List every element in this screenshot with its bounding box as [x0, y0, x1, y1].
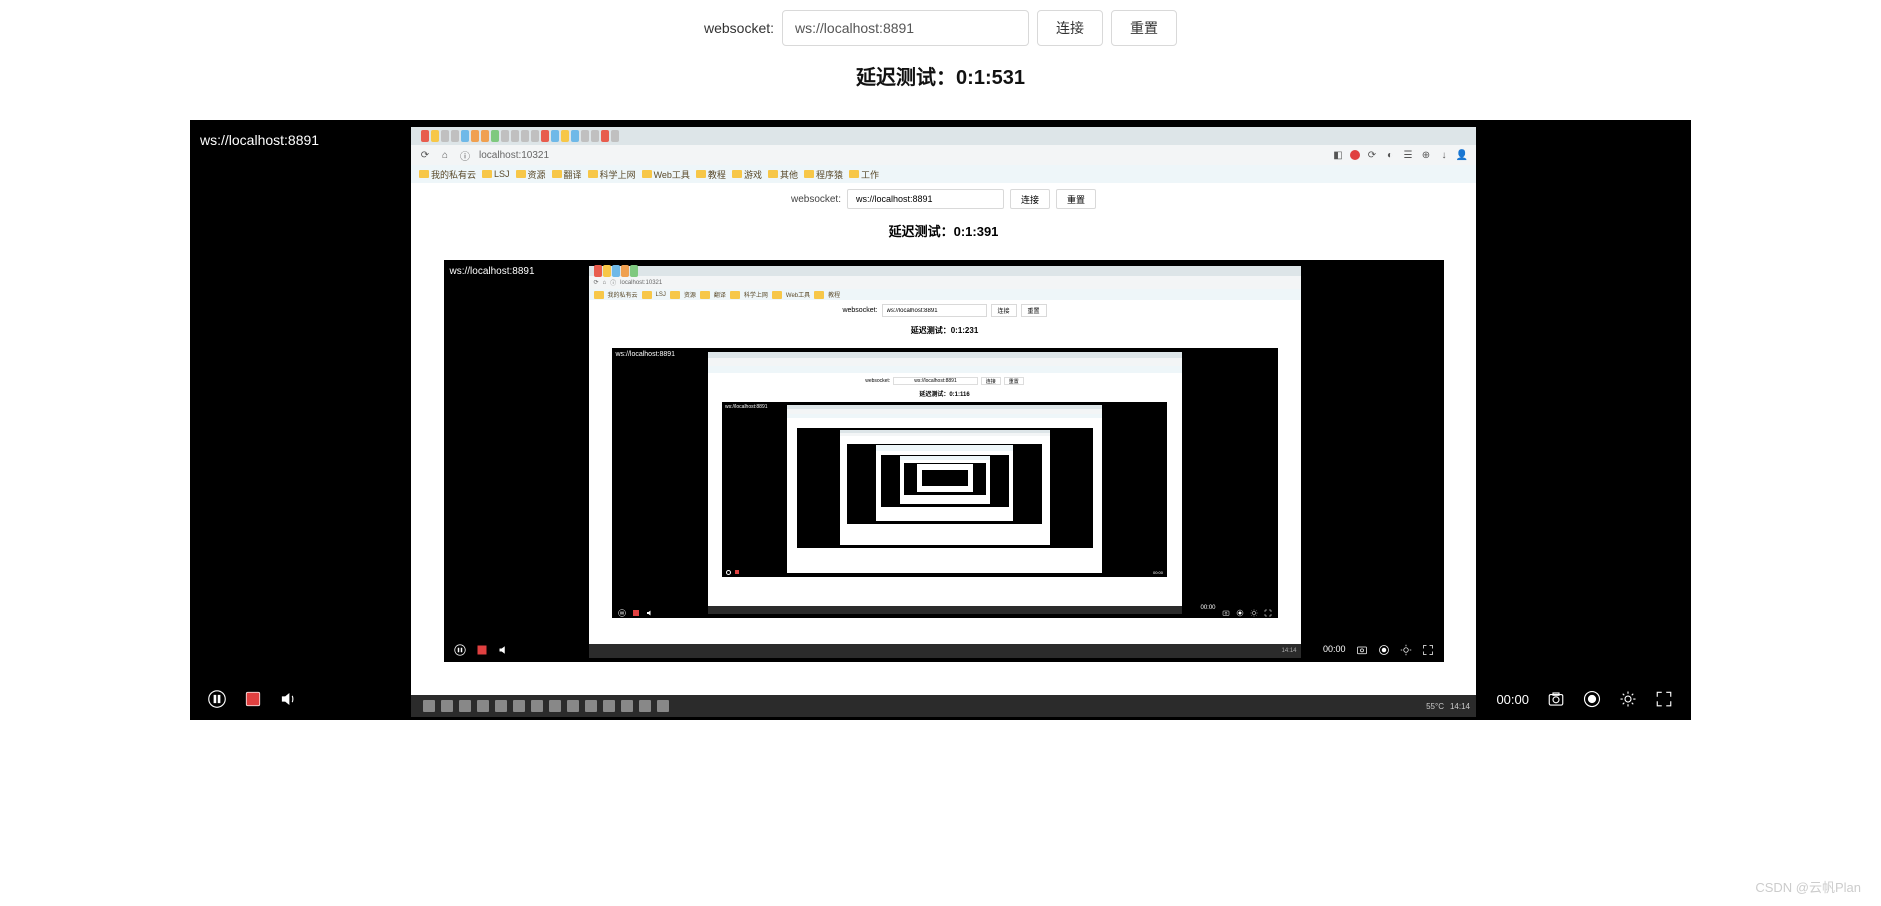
ext-icon[interactable] — [1350, 150, 1360, 160]
fullscreen-icon[interactable] — [1264, 604, 1272, 612]
nested-page-1: websocket: 连接 重置 延迟测试：0:1:391 ws://local… — [411, 183, 1476, 662]
ext-icon[interactable]: ☰ — [1402, 149, 1414, 161]
ext-icon[interactable]: ◧ — [1332, 149, 1344, 161]
avatar-icon[interactable]: 👤 — [1456, 149, 1468, 161]
reset-button[interactable]: 重置 — [1111, 10, 1177, 46]
bookmark-item[interactable]: 其他 — [768, 168, 798, 181]
camera-icon[interactable] — [1547, 690, 1565, 708]
bookmark-item[interactable]: 我的私有云 — [419, 168, 476, 181]
ws-label: websocket: — [704, 20, 774, 36]
websocket-input[interactable] — [782, 10, 1029, 46]
pause-icon[interactable] — [208, 690, 226, 708]
ext-icon[interactable]: ↓ — [1438, 149, 1450, 161]
ext-icon[interactable]: ⊕ — [1420, 149, 1432, 161]
latency-display: 延迟测试：0:1:531 — [0, 61, 1881, 90]
ws-url-overlay: ws://localhost:8891 — [616, 351, 676, 358]
pause-icon[interactable] — [618, 604, 626, 612]
player-controls: 00:00 — [612, 598, 1278, 618]
watermark: CSDN @云帆Plan — [1755, 877, 1861, 896]
bookmark-item[interactable]: 程序猿 — [804, 168, 843, 181]
pause-icon[interactable] — [454, 643, 466, 655]
record-icon[interactable] — [1378, 643, 1390, 655]
nested-browser-2: ⟳⌂ⓘlocalhost:10321 我的私有云 LSJ 资源 翻译 科学上网 … — [589, 266, 1301, 658]
gear-icon[interactable] — [1250, 604, 1258, 612]
websocket-input[interactable] — [882, 304, 987, 317]
bookmark-item[interactable]: LSJ — [482, 169, 510, 179]
stop-icon[interactable] — [632, 604, 640, 612]
reset-button[interactable]: 重置 — [1056, 189, 1096, 209]
bookmark-item[interactable]: 教程 — [696, 168, 726, 181]
video-container: ws://localhost:8891 ⟳ ⌂ ⓘ localhost:1032… — [190, 120, 1691, 720]
browser-url-bar: ⟳ ⌂ ⓘ localhost:10321 ◧ ⟳ ◐ ☰ ⊕ ↓ 👤 — [411, 145, 1476, 165]
fullscreen-icon[interactable] — [1655, 690, 1673, 708]
ext-icon[interactable]: ◐ — [1384, 149, 1396, 161]
camera-icon[interactable] — [1356, 643, 1368, 655]
volume-icon[interactable] — [280, 690, 298, 708]
latency-display: 延迟测试：0:1:231 — [589, 325, 1301, 336]
volume-icon[interactable] — [646, 604, 654, 612]
url-text[interactable]: localhost:10321 — [479, 150, 1324, 161]
bookmark-item[interactable]: 工作 — [849, 168, 879, 181]
fullscreen-icon[interactable] — [1422, 643, 1434, 655]
nested-video-2: ws://localhost:8891 websocket: ws://loca… — [612, 348, 1278, 618]
gear-icon[interactable] — [1619, 690, 1637, 708]
reset-button[interactable]: 重置 — [1021, 304, 1047, 317]
top-controls: websocket: 连接 重置 — [0, 0, 1881, 51]
bookmark-item[interactable]: 翻译 — [552, 168, 582, 181]
connect-button[interactable]: 连接 — [1010, 189, 1050, 209]
camera-icon[interactable] — [1222, 604, 1230, 612]
stop-icon[interactable] — [476, 643, 488, 655]
record-icon[interactable] — [1236, 604, 1244, 612]
player-controls: 00:00 — [190, 678, 1691, 720]
bookmark-item[interactable]: 资源 — [516, 168, 546, 181]
bookmark-item[interactable]: Web工具 — [642, 168, 690, 181]
connect-button[interactable]: 连接 — [991, 304, 1017, 317]
gear-icon[interactable] — [1400, 643, 1412, 655]
websocket-input[interactable] — [847, 189, 1004, 209]
nested-browser-3: websocket: ws://localhost:8891 连接 重置 延迟测… — [708, 352, 1182, 614]
nested-browser-1: ⟳ ⌂ ⓘ localhost:10321 ◧ ⟳ ◐ ☰ ⊕ ↓ 👤 我的私有… — [411, 127, 1476, 717]
stop-icon[interactable] — [244, 690, 262, 708]
ext-icon[interactable]: ⟳ — [1366, 149, 1378, 161]
bookmarks-bar: 我的私有云 LSJ 资源 翻译 科学上网 Web工具 教程 游戏 其他 程序猿 … — [411, 165, 1476, 183]
volume-icon[interactable] — [498, 643, 510, 655]
player-controls: 00:00 — [444, 636, 1444, 662]
record-icon[interactable] — [1583, 690, 1601, 708]
ws-url-overlay: ws://localhost:8891 — [200, 132, 319, 148]
ws-label: websocket: — [791, 194, 841, 205]
latency-display: 延迟测试：0:1:391 — [411, 221, 1476, 240]
time-display: 00:00 — [1496, 692, 1529, 707]
nested-video-1: ws://localhost:8891 ⟳⌂ⓘlocalhost:10321 我… — [444, 260, 1444, 662]
browser-tabs — [411, 127, 1476, 145]
bookmark-item[interactable]: 科学上网 — [588, 168, 636, 181]
ws-url-overlay: ws://localhost:8891 — [450, 266, 535, 277]
bookmark-item[interactable]: 游戏 — [732, 168, 762, 181]
connect-button[interactable]: 连接 — [1037, 10, 1103, 46]
home-icon[interactable]: ⌂ — [439, 149, 451, 161]
refresh-icon[interactable]: ⟳ — [419, 149, 431, 161]
info-icon: ⓘ — [459, 149, 471, 161]
